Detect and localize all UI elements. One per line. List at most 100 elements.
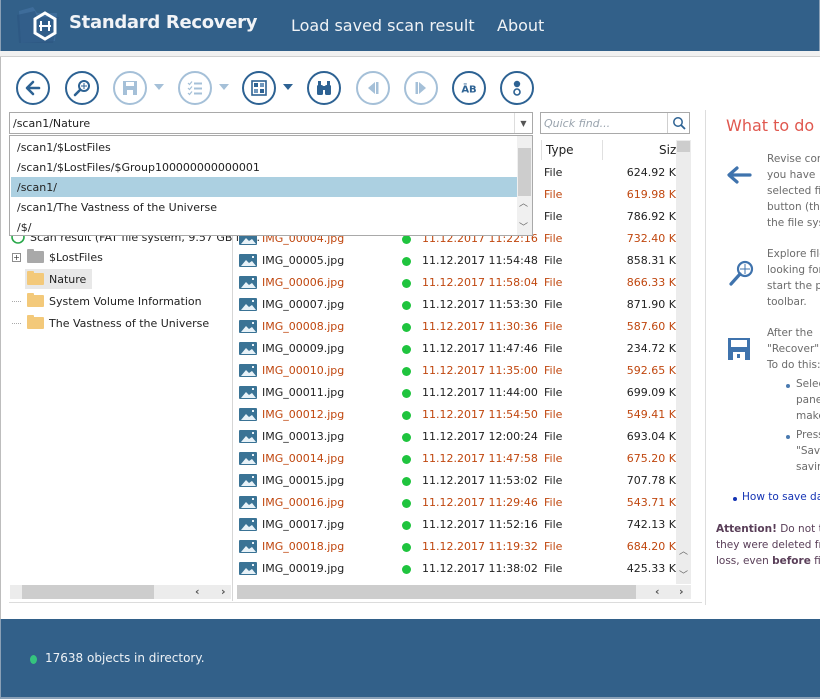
image-file-icon [239,518,257,531]
save-dropdown-arrow[interactable] [154,84,164,90]
column-divider [541,140,542,160]
help-panel: What to do n Revise con you have selected … [705,110,820,605]
tree-item-vastness-of-the-universe[interactable]: The Vastness of the Universe [12,313,209,333]
floppy-disk-icon [728,338,750,360]
file-row[interactable]: IMG_00009.jpg 11.12.2017 11:47:46 File 234.… [236,338,676,360]
file-row[interactable]: IMG_00006.jpg 11.12.2017 11:58:04 File 866.… [236,272,676,294]
arrow-left-icon [25,80,41,96]
path-option[interactable]: /$/ [11,217,517,237]
scroll-right-icon[interactable]: › [221,585,226,598]
file-row[interactable]: IMG_00008.jpg 11.12.2017 11:30:36 File 587.… [236,316,676,338]
quick-find-button[interactable] [667,113,689,133]
magnifier-icon [73,80,90,97]
file-row[interactable]: IMG_00014.jpg 11.12.2017 11:47:58 File 675.… [236,448,676,470]
status-dot-icon [402,257,411,266]
scrollbar-thumb[interactable] [237,585,636,599]
previous-button[interactable] [356,71,390,105]
file-row[interactable]: IMG_00015.jpg 11.12.2017 11:53:02 File 707.… [236,470,676,492]
arrow-left-icon [727,166,752,184]
file-type: File [544,496,563,509]
next-icon [415,82,426,94]
tree-connector [12,322,21,324]
scroll-left-icon[interactable]: ‹ [195,585,200,598]
scrollbar-thumb[interactable] [677,141,690,152]
help-text-explore: Explore file looking for start the p toolba… [767,248,820,308]
file-type: File [544,188,563,201]
folder-icon [27,315,44,329]
find-button[interactable] [307,71,341,105]
list-horizontal-scrollbar[interactable]: ‹ › [237,585,691,599]
file-row[interactable]: IMG_00017.jpg 11.12.2017 11:52:16 File 742.… [236,514,676,536]
file-size: 858.31 K [626,254,676,267]
file-row[interactable]: IMG_00013.jpg 11.12.2017 12:00:24 File 693.… [236,426,676,448]
next-button[interactable] [404,71,438,105]
text-encoding-button[interactable]: ĀB [452,71,486,105]
scrollbar-thumb[interactable] [22,585,154,599]
image-file-icon [239,496,257,509]
status-dot-icon [402,389,411,398]
view-mode-dropdown-arrow[interactable] [283,84,293,90]
info-button[interactable] [500,71,534,105]
file-type: File [544,518,563,531]
file-type: File [544,386,563,399]
path-option[interactable]: /scan1/$LostFiles/$Group100000000000001 [11,157,517,177]
file-row[interactable]: IMG_00007.jpg 11.12.2017 11:53:30 File 871.… [236,294,676,316]
file-row[interactable]: IMG_00005.jpg 11.12.2017 11:54:48 File 858.… [236,250,676,272]
path-option[interactable]: /scan1/The Vastness of the Universe [11,197,517,217]
image-file-icon [239,540,257,553]
quick-find-input[interactable] [541,113,665,133]
file-name: IMG_00010.jpg [262,364,345,377]
checklist-button[interactable] [178,71,212,105]
scrollbar-thumb[interactable] [518,148,531,196]
scroll-up-icon[interactable]: ︿ [519,196,528,209]
file-row[interactable]: IMG_00016.jpg 11.12.2017 11:29:46 File 543.… [236,492,676,514]
menu-load-saved-scan-result[interactable]: Load saved scan result [291,16,475,35]
scroll-down-icon[interactable]: ﹀ [679,568,688,581]
file-row[interactable]: IMG_00010.jpg 11.12.2017 11:35:00 File 592.… [236,360,676,382]
file-type: File [544,232,563,245]
back-button[interactable] [16,71,50,105]
chevron-down-icon[interactable]: ▼ [514,113,532,133]
folder-icon [27,271,44,285]
file-date: 11.12.2017 11:53:02 [422,474,538,487]
view-mode-button[interactable] [242,71,276,105]
image-file-icon [239,430,257,443]
file-type: File [544,342,563,355]
file-date: 11.12.2017 11:53:30 [422,298,538,311]
tree-item-lostfiles[interactable]: + $LostFiles [12,247,103,267]
scroll-down-icon[interactable]: ﹀ [519,220,528,233]
file-row[interactable]: IMG_00012.jpg 11.12.2017 11:54:50 File 549.… [236,404,676,426]
tree-item-label: Nature [49,272,87,286]
file-size: 866.33 K [626,276,676,289]
path-dropdown-list: /scan1/$LostFiles /scan1/$LostFiles/$Gro… [9,135,533,236]
path-combobox[interactable]: /scan1/Nature ▼ [9,112,533,134]
checklist-dropdown-arrow[interactable] [219,84,229,90]
scroll-up-icon[interactable]: ︿ [679,544,688,557]
tree-item-system-volume-information[interactable]: System Volume Information [12,291,202,311]
save-button[interactable] [113,71,147,105]
image-file-icon [239,298,257,311]
file-row[interactable]: IMG_00011.jpg 11.12.2017 11:44:00 File 699.… [236,382,676,404]
help-title: What to do n [726,116,820,135]
scroll-left-icon[interactable]: ‹ [655,585,660,598]
file-size: 699.09 K [626,386,676,399]
tree-horizontal-scrollbar[interactable]: ‹ › [10,585,231,599]
scroll-right-icon[interactable]: › [679,585,684,598]
how-to-save-data-link[interactable]: How to save dat [742,491,820,503]
path-option[interactable]: /scan1/$LostFiles [11,137,517,157]
column-header-type[interactable]: Type [546,143,574,157]
status-dot-icon [402,301,411,310]
dropdown-scrollbar[interactable]: ︿ ﹀ [517,136,532,235]
path-option-highlighted[interactable]: /scan1/ [11,177,517,197]
scan-button[interactable] [65,71,99,105]
previous-icon [368,82,379,94]
status-bar: 17638 objects in directory. [0,619,820,699]
expand-icon[interactable]: + [12,252,21,262]
tree-item-nature[interactable]: Nature [25,269,93,289]
image-file-icon [239,408,257,421]
list-vertical-scrollbar[interactable]: ︿ ﹀ [676,140,691,584]
menu-about[interactable]: About [497,16,544,35]
checklist-icon [187,81,202,96]
file-row[interactable]: IMG_00018.jpg 11.12.2017 11:19:32 File 684.… [236,536,676,558]
file-row[interactable]: IMG_00019.jpg 11.12.2017 11:38:02 File 425.… [236,558,676,580]
